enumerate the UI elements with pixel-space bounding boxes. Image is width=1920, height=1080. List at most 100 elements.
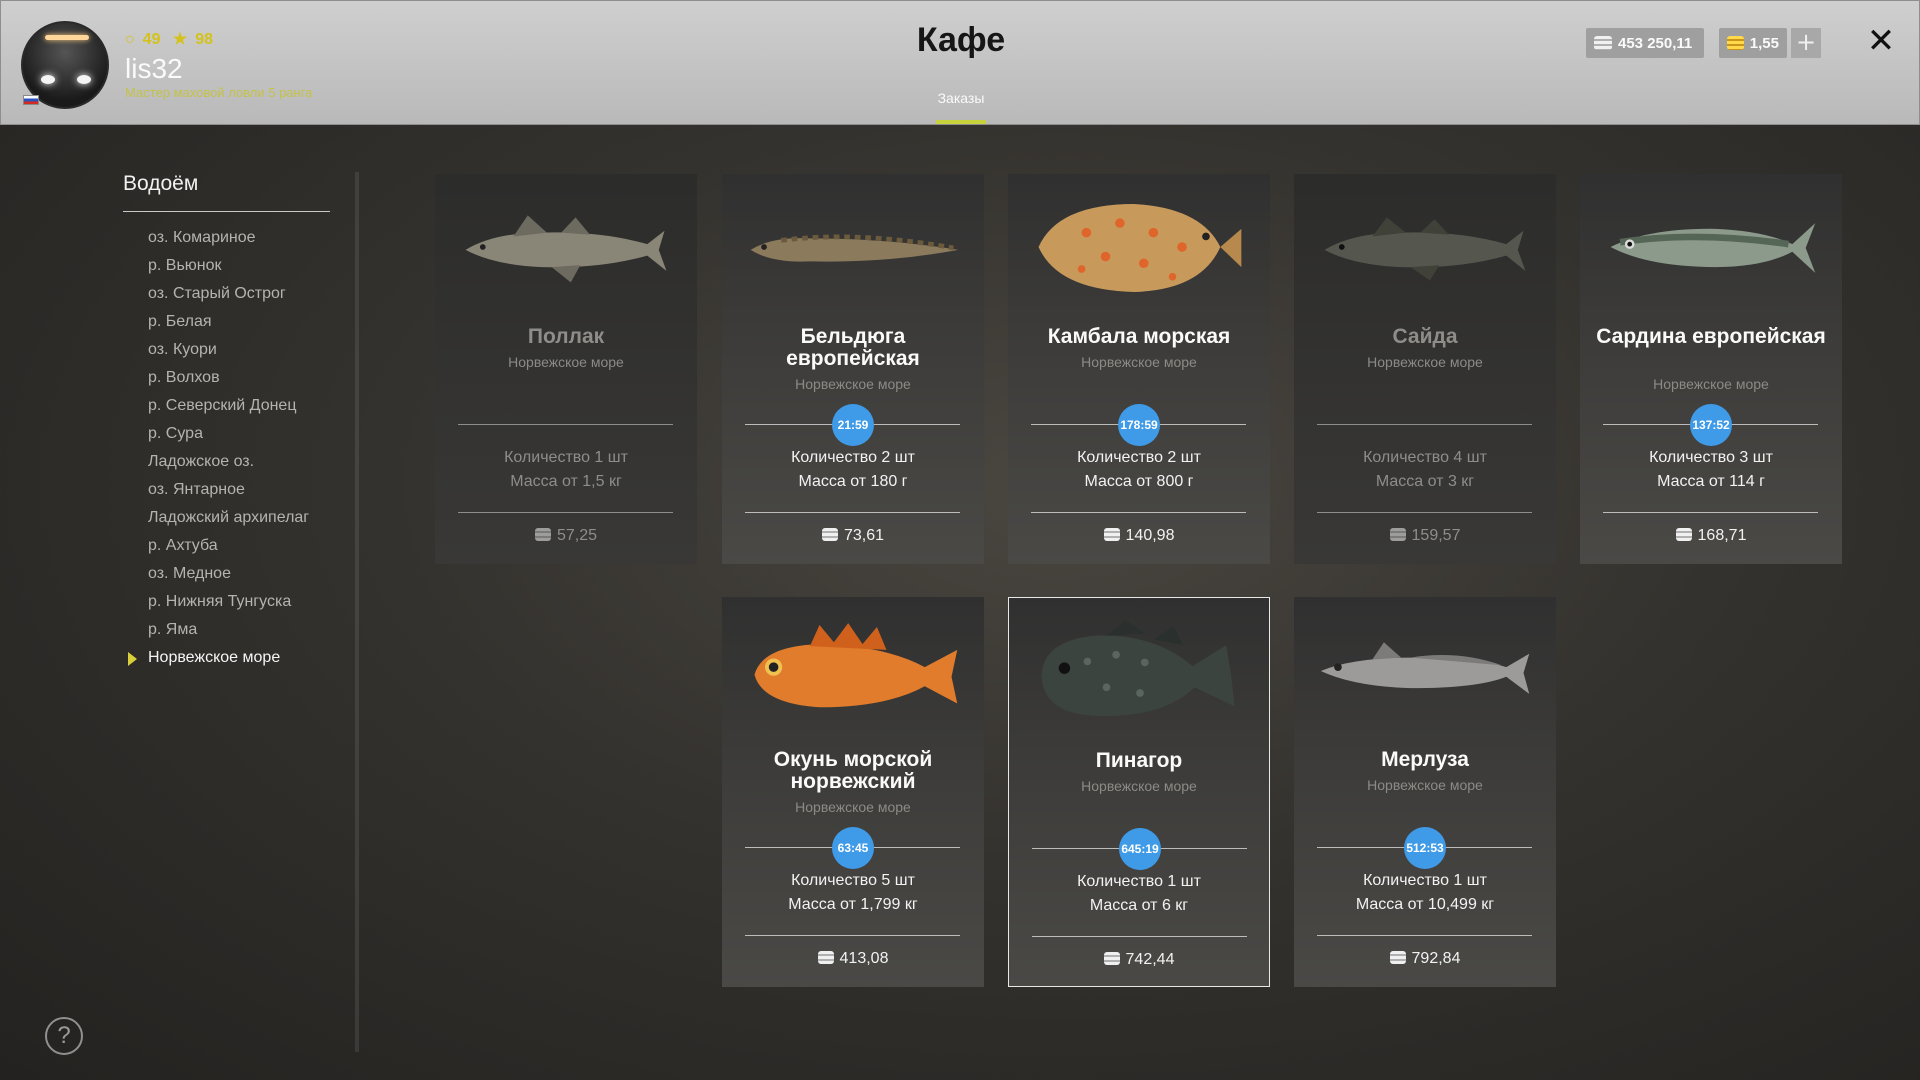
order-location: Норвежское море xyxy=(795,799,911,815)
sidebar-item[interactable]: р. Яма xyxy=(148,618,309,646)
order-price: 413,08 xyxy=(839,950,889,967)
order-quantity: Количество 4 шт xyxy=(1363,449,1487,466)
waterbody-list: оз. Комариное р. Вьюнок оз. Старый Острог р… xyxy=(127,226,309,674)
card-divider xyxy=(458,512,673,513)
order-reward: 792,84 xyxy=(1294,950,1556,968)
card-divider xyxy=(1032,936,1247,937)
sidebar-item[interactable]: Ладожское оз. xyxy=(148,450,309,478)
order-quantity: Количество 2 шт xyxy=(1077,449,1201,466)
sidebar-title: Водоём xyxy=(123,172,199,195)
order-card[interactable]: Сайда Норвежское море Количество 4 шт Масса… xyxy=(1294,174,1556,564)
order-location: Норвежское море xyxy=(1653,376,1769,392)
sidebar-item[interactable]: р. Нижняя Тунгуска xyxy=(148,590,309,618)
sidebar-item[interactable]: р. Вьюнок xyxy=(148,254,309,282)
silver-coin-icon xyxy=(1103,528,1120,541)
help-icon[interactable]: ? xyxy=(45,1017,83,1055)
saithe-fish-icon xyxy=(1324,217,1526,281)
silver-coin-icon xyxy=(1675,528,1692,541)
card-divider xyxy=(1317,424,1532,425)
sidebar-item[interactable]: р. Ахтуба xyxy=(148,534,309,562)
card-divider xyxy=(1317,512,1532,513)
order-location: Норвежское море xyxy=(1367,354,1483,370)
order-card[interactable]: Пинагор Норвежское море 645:19 Количество 1… xyxy=(1008,597,1270,987)
gold-coin-icon xyxy=(1727,36,1744,50)
order-fish-name: Мерлуза xyxy=(1381,748,1469,771)
order-reward: 742,44 xyxy=(1009,951,1269,969)
sidebar-item[interactable]: Норвежское море xyxy=(127,646,309,674)
order-mass: Масса от 114 г xyxy=(1657,473,1765,490)
order-mass: Масса от 1,5 кг xyxy=(510,473,622,490)
sardine-fish-icon xyxy=(1601,192,1821,302)
sidebar-item[interactable]: р. Белая xyxy=(148,310,309,338)
order-fish-name: Пинагор xyxy=(1095,749,1183,772)
silver-coin-icon xyxy=(1103,952,1120,965)
sidebar-item[interactable]: р. Сура xyxy=(148,422,309,450)
order-card[interactable]: Мерлуза Норвежское море 512:53 Количество 1… xyxy=(1294,597,1556,987)
order-timer: 645:19 xyxy=(1119,828,1161,870)
order-quantity: Количество 5 шт xyxy=(791,872,915,889)
redfish-fish-icon xyxy=(754,623,958,708)
russia-flag-icon xyxy=(23,95,39,105)
order-card[interactable]: Сардина европейская Норвежское море 137:52… xyxy=(1580,174,1842,564)
silver-amount: 453 250,11 xyxy=(1618,34,1693,52)
order-fish-name: Сардина европейская xyxy=(1596,325,1826,348)
order-card[interactable]: Окунь морской норвежский Норвежское море 6… xyxy=(722,597,984,987)
add-gold-button[interactable]: + xyxy=(1791,28,1821,58)
order-price: 140,98 xyxy=(1125,527,1175,544)
order-card[interactable]: Поллак Норвежское море Количество 1 шт Масс… xyxy=(435,174,697,564)
order-timer: 512:53 xyxy=(1404,827,1446,869)
silver-coin-icon xyxy=(817,951,834,964)
order-reward: 168,71 xyxy=(1580,527,1842,545)
close-icon[interactable]: ✕ xyxy=(1863,23,1899,59)
sidebar-item[interactable]: р. Северский Донец xyxy=(148,394,309,422)
silver-coin-icon xyxy=(1594,36,1612,50)
order-location: Норвежское море xyxy=(508,354,624,370)
sidebar-item[interactable]: оз. Куори xyxy=(148,338,309,366)
order-location: Норвежское море xyxy=(1367,777,1483,793)
sidebar-item[interactable]: оз. Старый Острог xyxy=(148,282,309,310)
tab-orders[interactable]: Заказы xyxy=(921,90,1001,106)
top-bar: ○ 49 ★ 98 lis32 Мастер маховой ловли 5 ран… xyxy=(0,0,1920,125)
player-rank: Мастер маховой ловли 5 ранга xyxy=(125,85,313,100)
sidebar-item[interactable]: оз. Медное xyxy=(148,562,309,590)
order-timer: 21:59 xyxy=(832,404,874,446)
silver-coin-icon xyxy=(1389,951,1406,964)
card-divider xyxy=(745,935,960,936)
gold-amount: 1,55 xyxy=(1749,34,1779,52)
card-divider xyxy=(745,512,960,513)
order-fish-name: Поллак xyxy=(527,325,605,348)
order-mass: Масса от 10,499 кг xyxy=(1355,896,1495,913)
order-fish-name: Бельдюга европейская xyxy=(786,325,920,370)
order-reward: 73,61 xyxy=(722,527,984,545)
eelpout-fish-icon xyxy=(743,192,963,302)
order-price: 792,84 xyxy=(1411,950,1461,967)
sidebar-item[interactable]: оз. Комариное xyxy=(148,226,309,254)
order-fish-name: Камбала морская xyxy=(1047,325,1231,348)
order-mass: Масса от 800 г xyxy=(1084,473,1194,490)
sidebar-scrollbar[interactable] xyxy=(355,172,359,1052)
order-price: 742,44 xyxy=(1125,951,1175,968)
silver-coin-icon xyxy=(1389,528,1406,541)
order-location: Норвежское море xyxy=(795,376,911,392)
order-location: Норвежское море xyxy=(1081,778,1197,794)
card-divider xyxy=(1603,512,1818,513)
silver-coin-icon xyxy=(821,528,838,541)
gold-balance: 1,55 xyxy=(1719,28,1787,58)
sidebar-item[interactable]: р. Волхов xyxy=(148,366,309,394)
sidebar-item[interactable]: оз. Янтарное xyxy=(148,478,309,506)
silver-coin-icon xyxy=(534,528,551,541)
hake-fish-icon xyxy=(1320,642,1530,694)
order-mass: Масса от 6 кг xyxy=(1089,897,1189,914)
order-price: 159,57 xyxy=(1411,527,1461,544)
sidebar-item[interactable]: Ладожский архипелаг xyxy=(148,506,309,534)
order-fish-name: Сайда xyxy=(1392,325,1458,348)
order-card[interactable]: Камбала морская Норвежское море 178:59 Коли… xyxy=(1008,174,1270,564)
order-card[interactable]: Бельдюга европейская Норвежское море 21:59… xyxy=(722,174,984,564)
order-timer: 63:45 xyxy=(832,827,874,869)
order-quantity: Количество 3 шт xyxy=(1649,449,1773,466)
order-mass: Масса от 3 кг xyxy=(1375,473,1475,490)
card-divider xyxy=(1031,512,1246,513)
card-divider xyxy=(1317,935,1532,936)
order-reward: 57,25 xyxy=(435,527,697,545)
order-timer: 137:52 xyxy=(1690,404,1732,446)
